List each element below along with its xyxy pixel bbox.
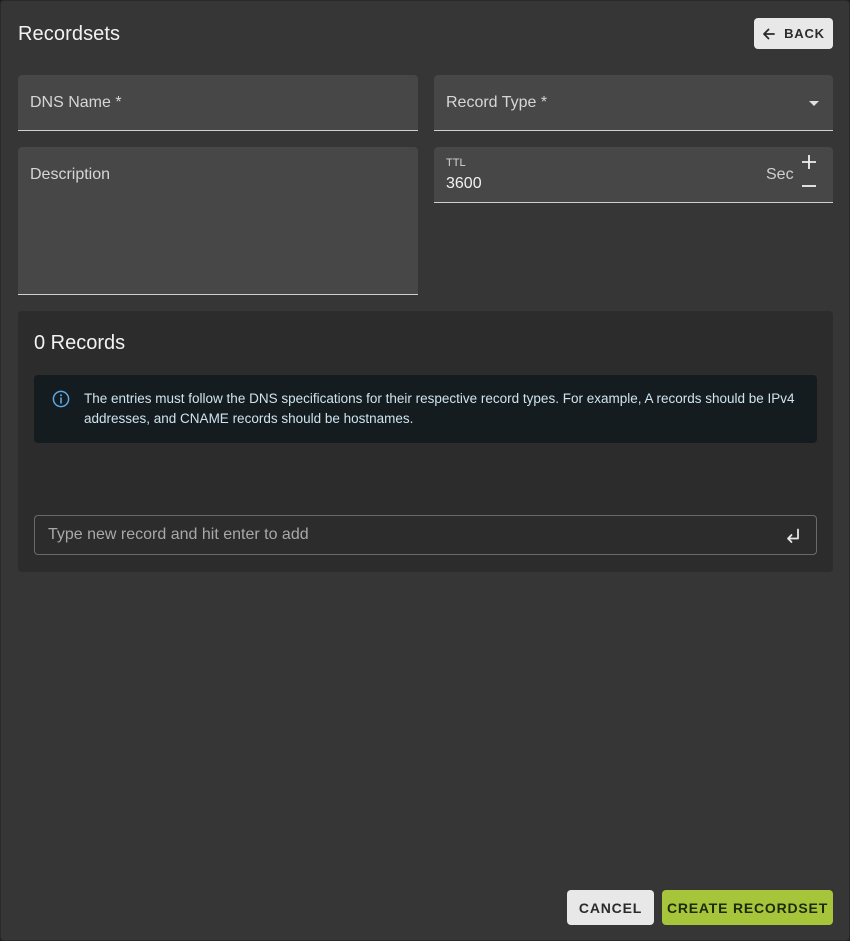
new-record-input[interactable] — [35, 516, 775, 554]
record-type-label: Record Type * — [446, 94, 548, 111]
page-title: Recordsets — [18, 23, 121, 45]
description-field[interactable]: Description — [18, 147, 418, 295]
back-button[interactable]: BACK — [754, 18, 833, 49]
create-recordset-button[interactable]: CREATE RECORDSET — [662, 890, 833, 925]
dns-name-field[interactable]: DNS Name * — [18, 75, 418, 131]
info-icon — [52, 390, 70, 408]
back-button-label: BACK — [784, 26, 825, 41]
records-count: 0 Records — [34, 332, 126, 354]
minus-icon[interactable] — [800, 179, 818, 193]
ttl-label: TTL — [446, 157, 466, 169]
arrow-left-icon — [763, 28, 776, 39]
records-panel: 0 Records The entries must follow the DN… — [18, 311, 833, 572]
info-text: The entries must follow the DNS specific… — [84, 391, 795, 426]
plus-icon[interactable] — [800, 153, 818, 171]
ttl-value[interactable]: 3600 — [446, 175, 482, 193]
ttl-field[interactable]: TTL 3600 Sec — [434, 147, 833, 203]
enter-icon[interactable] — [784, 527, 802, 545]
ttl-stepper — [800, 153, 818, 193]
info-alert: The entries must follow the DNS specific… — [34, 375, 817, 443]
cancel-button[interactable]: CANCEL — [567, 890, 654, 925]
description-label: Description — [30, 166, 111, 183]
dns-name-label: DNS Name * — [30, 94, 122, 111]
record-type-select[interactable]: Record Type * — [434, 75, 833, 131]
new-record-field — [34, 515, 817, 555]
ttl-unit: Sec — [766, 166, 794, 183]
recordset-dialog: Recordsets BACK DNS Name * Record Type *… — [0, 0, 850, 941]
chevron-down-icon — [809, 101, 819, 106]
